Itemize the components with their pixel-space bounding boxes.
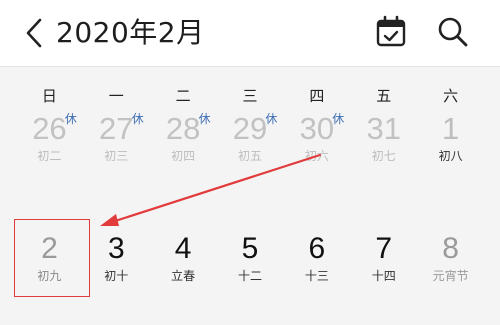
lunar-date: 十二 xyxy=(238,269,263,283)
back-button[interactable] xyxy=(22,16,48,50)
rest-day-badge: 休 xyxy=(265,112,278,126)
day-cell[interactable]: 26 初二 休 xyxy=(16,112,83,172)
weekday-tue: 二 xyxy=(175,87,191,105)
rest-day-badge: 休 xyxy=(131,112,144,126)
lunar-date: 十三 xyxy=(304,269,329,283)
lunar-date: 初八 xyxy=(438,149,463,163)
day-cell[interactable]: 6 十三 xyxy=(283,232,350,292)
week-row-1: 26 初二 休 27 初三 休 28 初四 休 29 初五 休 30 初六 休 … xyxy=(16,112,484,172)
day-cell[interactable]: 4 立春 xyxy=(150,232,217,292)
rest-day-badge: 休 xyxy=(198,112,211,126)
lunar-date: 初五 xyxy=(238,149,263,163)
weekday-mon: 一 xyxy=(108,87,124,105)
weekday-sat: 六 xyxy=(443,87,459,105)
lunar-date: 初七 xyxy=(371,149,396,163)
weekday-wed: 三 xyxy=(242,87,258,105)
weekday-sun: 日 xyxy=(41,87,57,105)
day-number: 4 xyxy=(174,232,192,265)
lunar-date: 初二 xyxy=(37,149,62,163)
chevron-left-icon xyxy=(26,18,42,48)
day-cell[interactable]: 29 初五 休 xyxy=(217,112,284,172)
annotation-highlight-box xyxy=(14,219,90,297)
lunar-date: 立春 xyxy=(171,269,196,283)
day-cell[interactable]: 28 初四 休 xyxy=(150,112,217,172)
day-number: 5 xyxy=(241,232,259,265)
top-bar: 2020年2月 xyxy=(0,0,500,67)
day-number: 1 xyxy=(441,111,460,146)
day-number: 3 xyxy=(107,232,125,265)
day-cell[interactable]: 8 元宵节 xyxy=(417,232,484,292)
day-cell[interactable]: 3 初十 xyxy=(83,232,150,292)
lunar-date: 初六 xyxy=(304,149,329,163)
lunar-date: 初三 xyxy=(104,149,129,163)
day-cell[interactable]: 7 十四 xyxy=(350,232,417,292)
day-cell[interactable]: 27 初三 休 xyxy=(83,112,150,172)
rest-day-badge: 休 xyxy=(64,112,77,126)
today-button[interactable] xyxy=(374,15,408,49)
day-cell[interactable]: 30 初六 休 xyxy=(283,112,350,172)
weekday-thu: 四 xyxy=(309,87,325,105)
lunar-date: 初十 xyxy=(104,269,129,283)
month-title[interactable]: 2020年2月 xyxy=(56,13,205,53)
weekday-header: 日 一 二 三 四 五 六 xyxy=(16,86,484,106)
day-number: 31 xyxy=(366,111,401,146)
day-number: 8 xyxy=(442,232,459,265)
search-button[interactable] xyxy=(436,15,470,49)
weekday-fri: 五 xyxy=(376,87,392,105)
calendar-check-icon xyxy=(376,15,406,47)
lunar-date: 元宵节 xyxy=(432,269,469,283)
lunar-date: 初四 xyxy=(171,149,196,163)
day-number: 7 xyxy=(375,232,393,265)
lunar-date: 十四 xyxy=(371,269,396,283)
day-cell[interactable]: 5 十二 xyxy=(217,232,284,292)
rest-day-badge: 休 xyxy=(332,112,345,126)
day-cell[interactable]: 1 初八 xyxy=(417,112,484,172)
search-icon xyxy=(438,17,468,47)
day-number: 6 xyxy=(308,232,326,265)
day-cell[interactable]: 31 初七 xyxy=(350,112,417,172)
